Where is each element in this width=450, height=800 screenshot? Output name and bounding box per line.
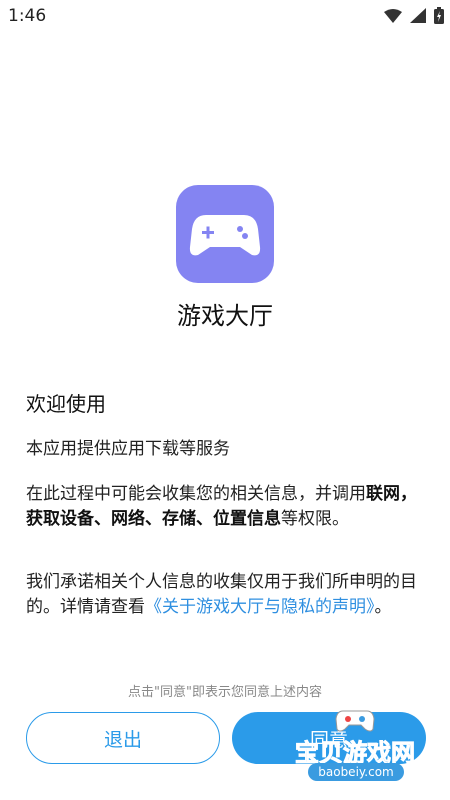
gamepad-icon [189,215,261,256]
privacy-paragraph: 我们承诺相关个人信息的收集仅用于我们所申明的目的。详情请查看《关于游戏大厅与隐私… [26,570,426,620]
watermark-gamepad-icon [335,710,375,732]
permissions-prefix: 在此过程中可能会收集您的相关信息，并调用 [26,484,366,504]
watermark-url: baobeiy.com [308,763,404,781]
app-icon [176,185,274,283]
watermark: 宝贝游戏网 baobeiy.com [280,703,430,783]
signal-icon [410,8,426,23]
exit-button-label: 退出 [103,728,142,751]
welcome-title: 欢迎使用 [26,392,106,416]
wifi-icon [384,8,402,23]
status-bar: 1:46 [0,0,450,30]
privacy-policy-link[interactable]: 《关于游戏大厅与隐私的声明》 [145,597,375,617]
permissions-suffix: 等权限。 [281,509,349,529]
consent-hint: 点击"同意"即表示您同意上述内容 [128,685,322,700]
exit-button[interactable]: 退出 [26,712,220,764]
permissions-paragraph: 在此过程中可能会收集您的相关信息，并调用联网，获取设备、网络、存储、位置信息等权… [26,482,426,532]
privacy-end: 。 [374,597,392,617]
battery-icon [434,7,444,24]
status-icons [384,7,444,24]
app-name: 游戏大厅 [177,302,273,330]
status-time: 1:46 [8,6,47,26]
service-description: 本应用提供应用下载等服务 [26,439,230,459]
